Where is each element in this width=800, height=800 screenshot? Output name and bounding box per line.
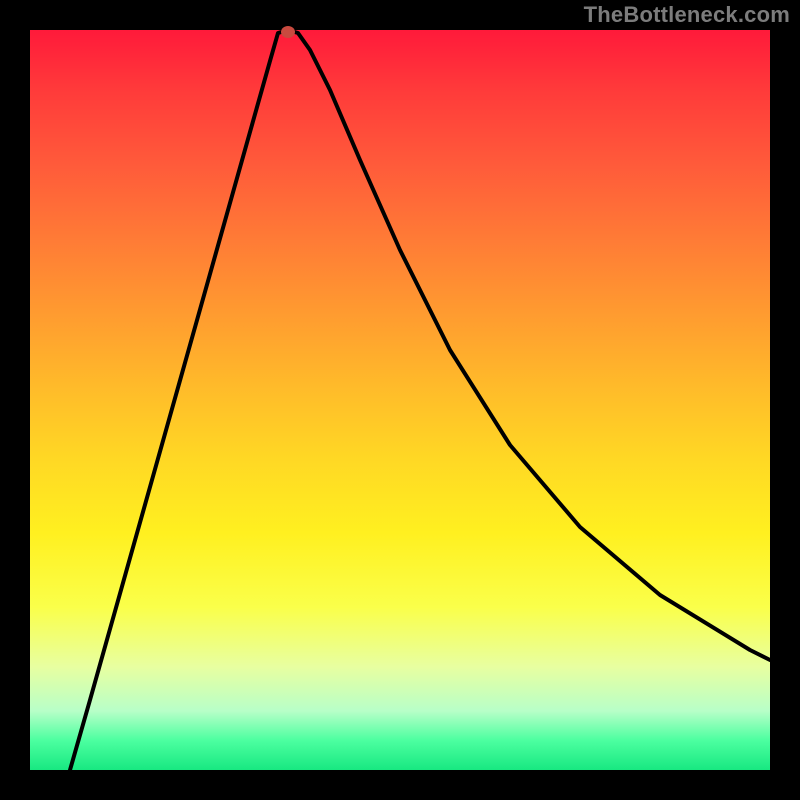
optimum-marker (281, 26, 295, 38)
curve-svg (30, 30, 770, 770)
chart-frame: TheBottleneck.com (0, 0, 800, 800)
watermark-label: TheBottleneck.com (584, 2, 790, 28)
plot-area (30, 30, 770, 770)
bottleneck-curve (70, 30, 770, 770)
